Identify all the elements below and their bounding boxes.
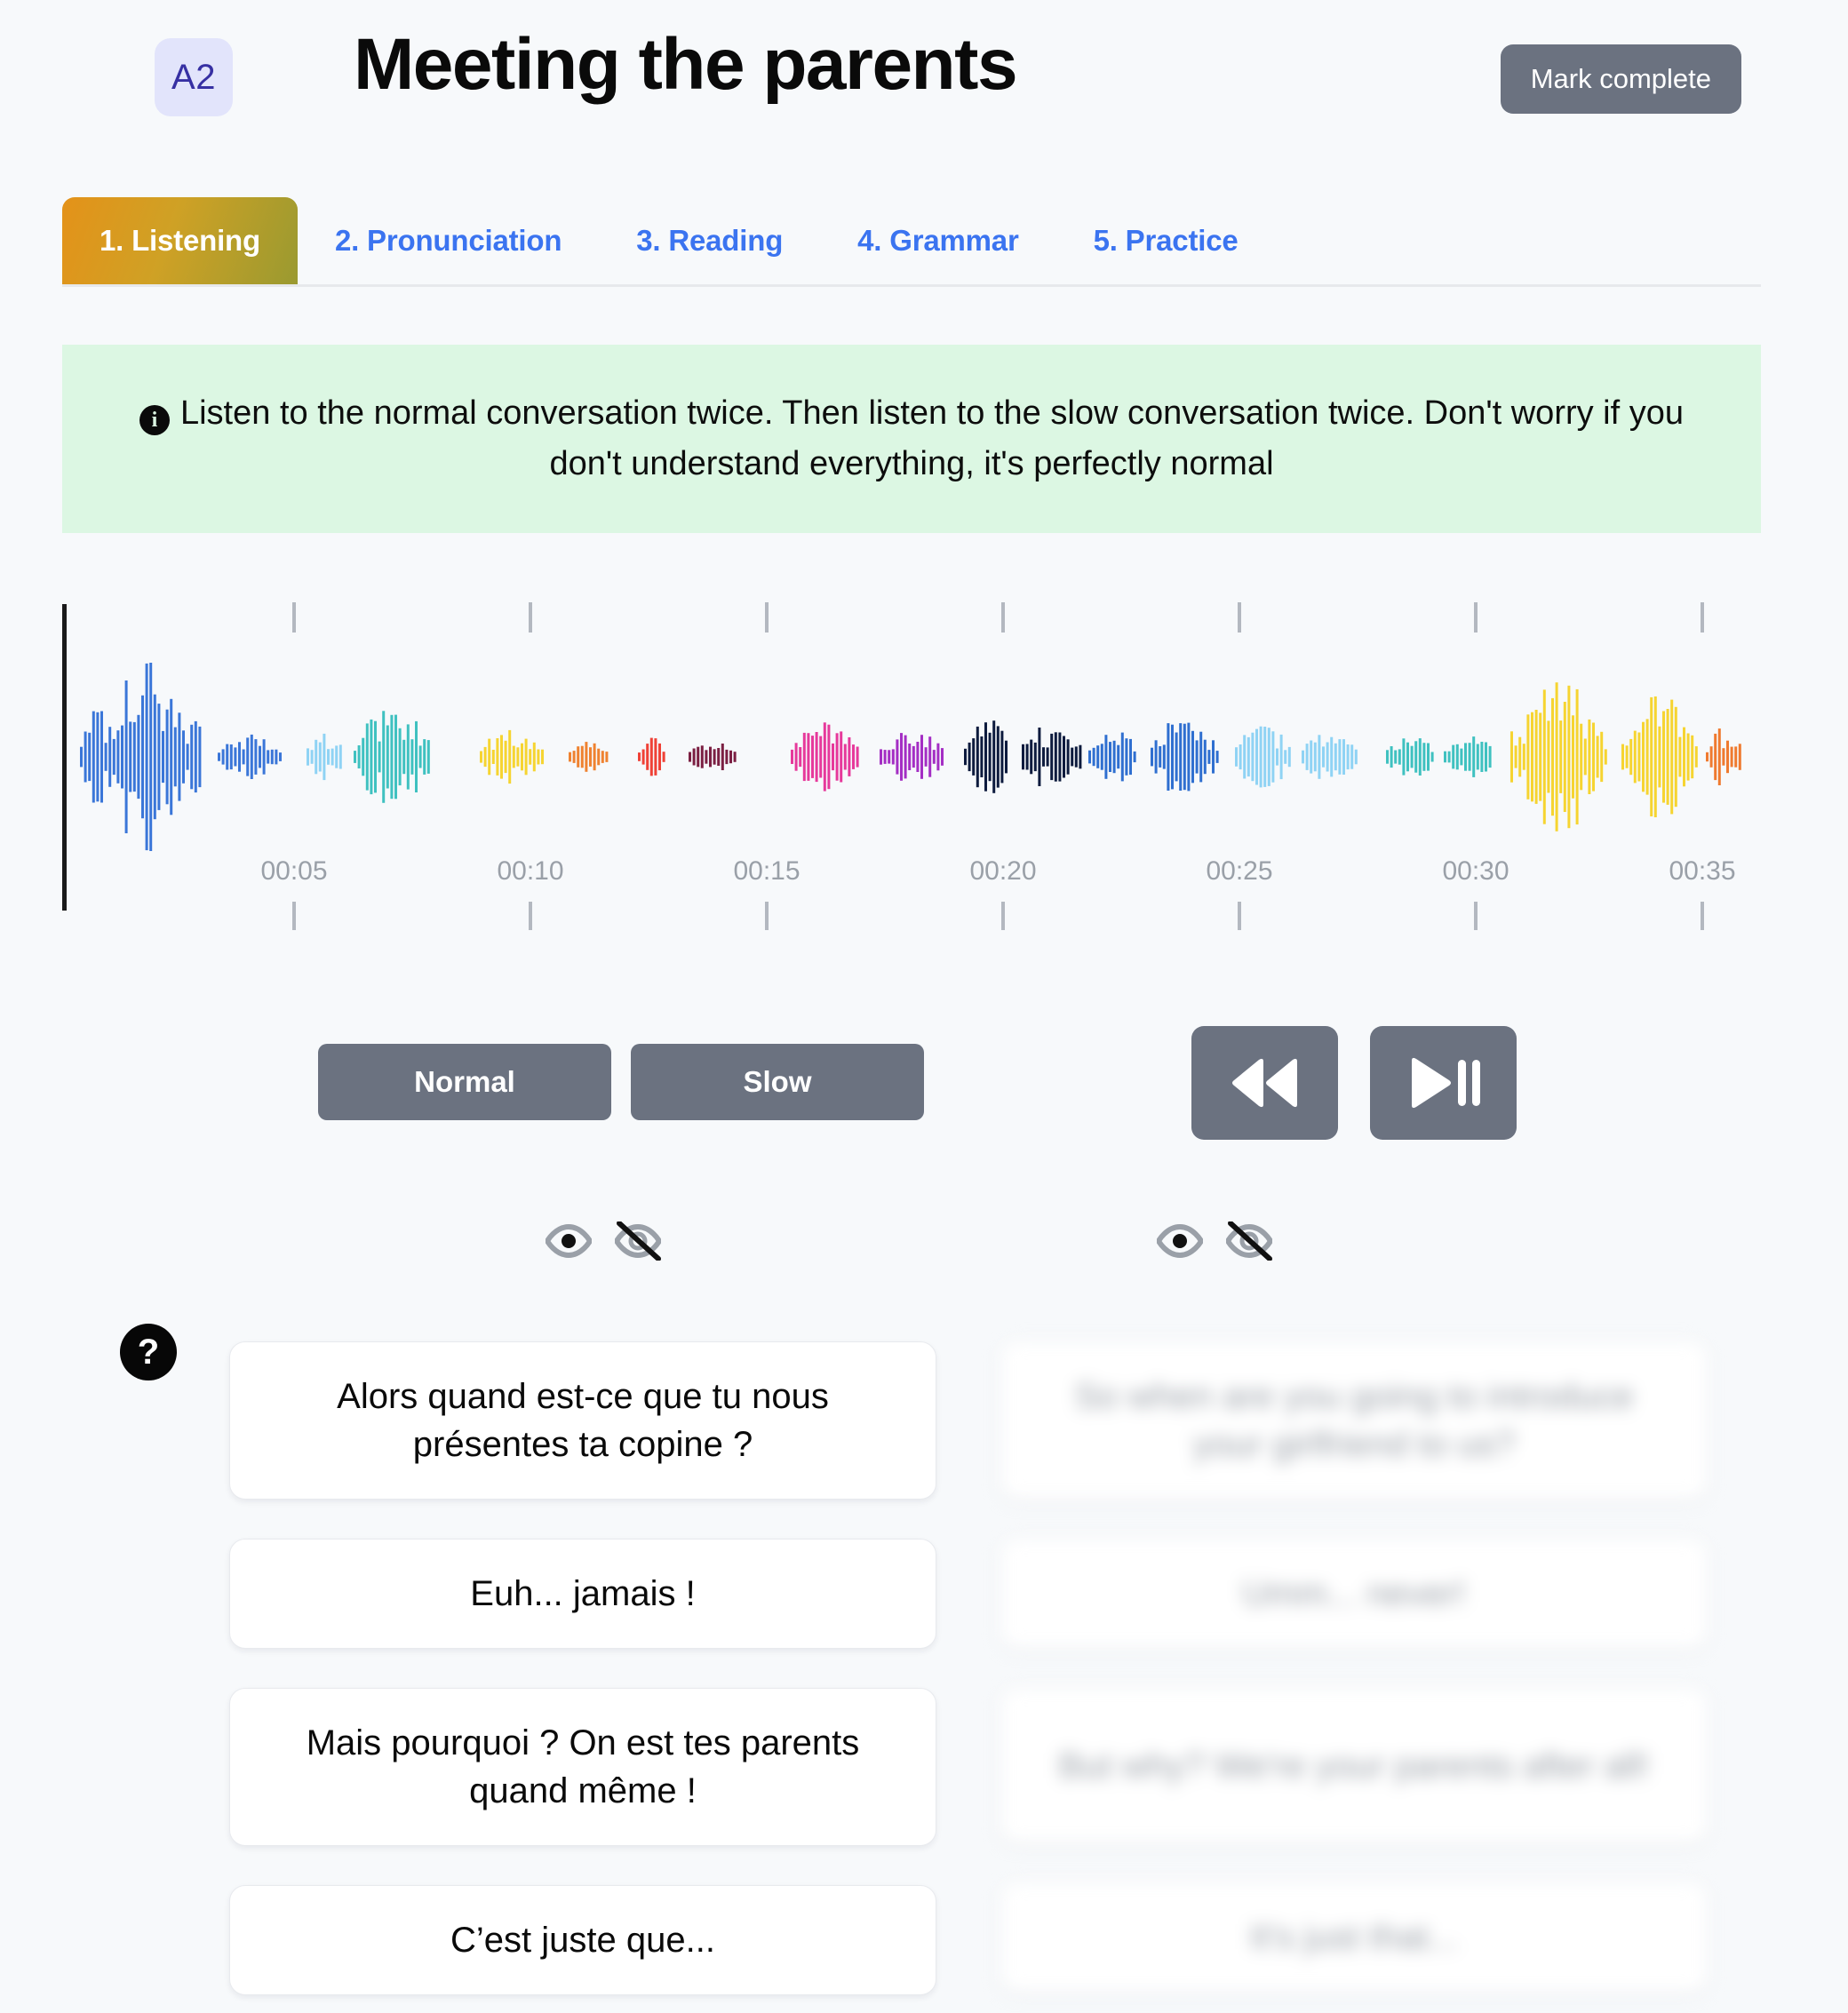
eye-off-icon (1224, 1221, 1274, 1261)
rewind-icon (1231, 1058, 1297, 1108)
eye-off-icon-right-hide[interactable] (1224, 1221, 1274, 1261)
instructions-banner: i Listen to the normal conversation twice… (62, 345, 1761, 533)
tab-pronunciation[interactable]: 2. Pronunciation (298, 197, 599, 284)
eye-off-icon (613, 1221, 663, 1261)
dialogue-line-source-3[interactable]: Mais pourquoi ? On est tes parents quand… (229, 1688, 936, 1846)
svg-text:00:10: 00:10 (497, 856, 563, 886)
tab-listening[interactable]: 1. Listening (62, 197, 298, 284)
dialogue-line-source-4[interactable]: C’est juste que... (229, 1885, 936, 1995)
level-badge: A2 (155, 38, 233, 116)
dialogue-transcript: Alors quand est-ce que tu nous présentes… (229, 1341, 1740, 1995)
left-transcript-visibility-toggles (544, 1221, 663, 1261)
dialogue-translation-column: So when are you going to introduce your … (1000, 1341, 1708, 1995)
info-icon: i (139, 405, 170, 435)
dialogue-line-translation-3[interactable]: But why? We're your parents after all! (1000, 1688, 1708, 1843)
eye-off-icon-left-hide[interactable] (613, 1221, 663, 1261)
svg-text:00:20: 00:20 (969, 856, 1036, 886)
waveform-bottom-ticks (292, 902, 1704, 930)
eye-icon (544, 1223, 593, 1259)
lesson-page: A2 Meeting the parents Mark complete 1. … (0, 0, 1848, 2013)
svg-text:00:25: 00:25 (1206, 856, 1272, 886)
svg-text:00:35: 00:35 (1669, 856, 1735, 886)
instructions-text: Listen to the normal conversation twice.… (179, 394, 1685, 482)
svg-text:00:15: 00:15 (733, 856, 800, 886)
play-pause-icon (1411, 1057, 1480, 1109)
dialogue-line-translation-4[interactable]: It's just that... (1000, 1882, 1708, 1993)
page-header: A2 Meeting the parents Mark complete (0, 0, 1848, 133)
tab-practice[interactable]: 5. Practice (1056, 197, 1276, 284)
dialogue-line-source-1[interactable]: Alors quand est-ce que tu nous présentes… (229, 1341, 936, 1500)
waveform-svg[interactable]: 00:05 00:10 00:15 00:20 00:25 00:30 00:35 (0, 586, 1848, 959)
eye-icon (1155, 1223, 1205, 1259)
tabs-underline (62, 284, 1761, 287)
help-badge[interactable]: ? (120, 1324, 177, 1380)
dialogue-line-source-2[interactable]: Euh... jamais ! (229, 1539, 936, 1649)
dialogue-line-translation-2[interactable]: Umm... never! (1000, 1539, 1708, 1649)
waveform-top-ticks (292, 602, 1704, 633)
svg-text:00:05: 00:05 (260, 856, 327, 886)
eye-icon-right-show[interactable] (1155, 1223, 1205, 1259)
dialogue-source-column: Alors quand est-ce que tu nous présentes… (229, 1341, 936, 1995)
rewind-button[interactable] (1191, 1026, 1338, 1140)
page-title: Meeting the parents (354, 24, 1018, 105)
transport-controls (1191, 1026, 1517, 1140)
waveform-bars (80, 663, 1741, 851)
waveform-axis (62, 604, 67, 911)
play-pause-button[interactable] (1370, 1026, 1517, 1140)
eye-icon-left-show[interactable] (544, 1223, 593, 1259)
speed-normal-button[interactable]: Normal (318, 1044, 611, 1120)
svg-text:00:30: 00:30 (1442, 856, 1509, 886)
playback-speed-group: Normal Slow (318, 1044, 924, 1120)
speed-slow-button[interactable]: Slow (631, 1044, 924, 1120)
audio-waveform[interactable]: 00:05 00:10 00:15 00:20 00:25 00:30 00:35 (0, 586, 1848, 959)
waveform-time-labels: 00:05 00:10 00:15 00:20 00:25 00:30 00:35 (260, 856, 1735, 886)
mark-complete-button[interactable]: Mark complete (1500, 44, 1741, 114)
dialogue-line-translation-1[interactable]: So when are you going to introduce your … (1000, 1341, 1708, 1500)
tab-grammar[interactable]: 4. Grammar (820, 197, 1055, 284)
right-transcript-visibility-toggles (1155, 1221, 1274, 1261)
tab-reading[interactable]: 3. Reading (599, 197, 820, 284)
lesson-tabs: 1. Listening 2. Pronunciation 3. Reading… (62, 197, 1786, 293)
